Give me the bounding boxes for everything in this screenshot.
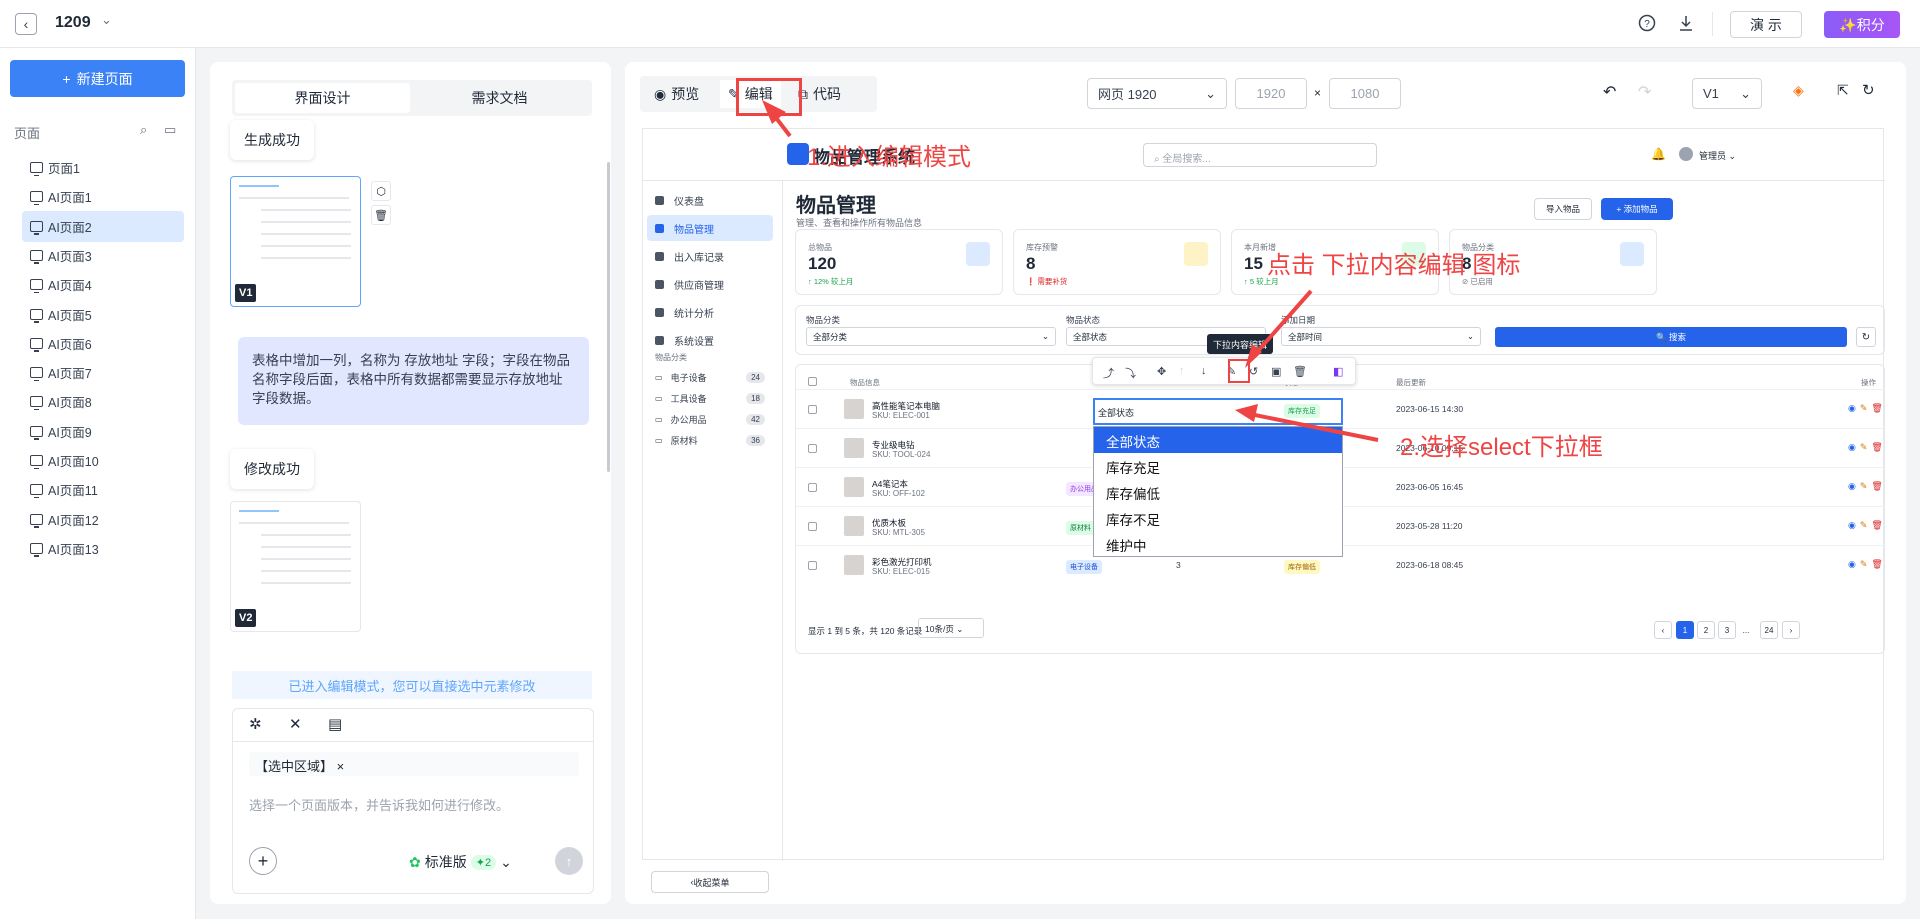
annotation-arrows: [762, 100, 1379, 442]
